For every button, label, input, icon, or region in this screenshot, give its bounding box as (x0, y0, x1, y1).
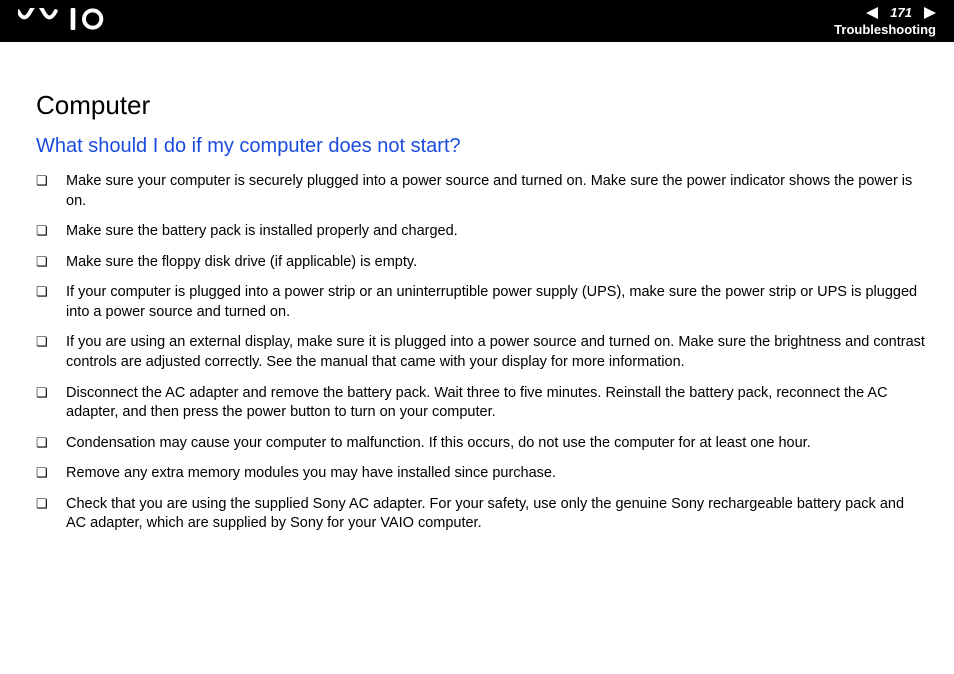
list-item: Make sure the floppy disk drive (if appl… (36, 253, 926, 273)
vaio-logo (18, 5, 128, 37)
section-label: Troubleshooting (834, 22, 936, 37)
sub-heading: What should I do if my computer does not… (36, 135, 926, 158)
prev-page-arrow-icon[interactable] (866, 7, 884, 19)
list-item: If you are using an external display, ma… (36, 333, 926, 372)
list-item: Make sure the battery pack is installed … (36, 222, 926, 242)
header-right: 171 Troubleshooting (834, 5, 936, 37)
list-item: Condensation may cause your computer to … (36, 434, 926, 454)
list-item: If your computer is plugged into a power… (36, 283, 926, 322)
list-item: Check that you are using the supplied So… (36, 495, 926, 534)
next-page-arrow-icon[interactable] (918, 7, 936, 19)
bullet-list: Make sure your computer is securely plug… (36, 172, 926, 534)
list-item: Disconnect the AC adapter and remove the… (36, 384, 926, 423)
page-nav: 171 (866, 5, 936, 20)
list-item: Make sure your computer is securely plug… (36, 172, 926, 211)
header-bar: 171 Troubleshooting (0, 0, 954, 42)
page-content: Computer What should I do if my computer… (0, 42, 954, 565)
page-number: 171 (884, 5, 918, 20)
main-heading: Computer (36, 90, 926, 121)
list-item: Remove any extra memory modules you may … (36, 464, 926, 484)
